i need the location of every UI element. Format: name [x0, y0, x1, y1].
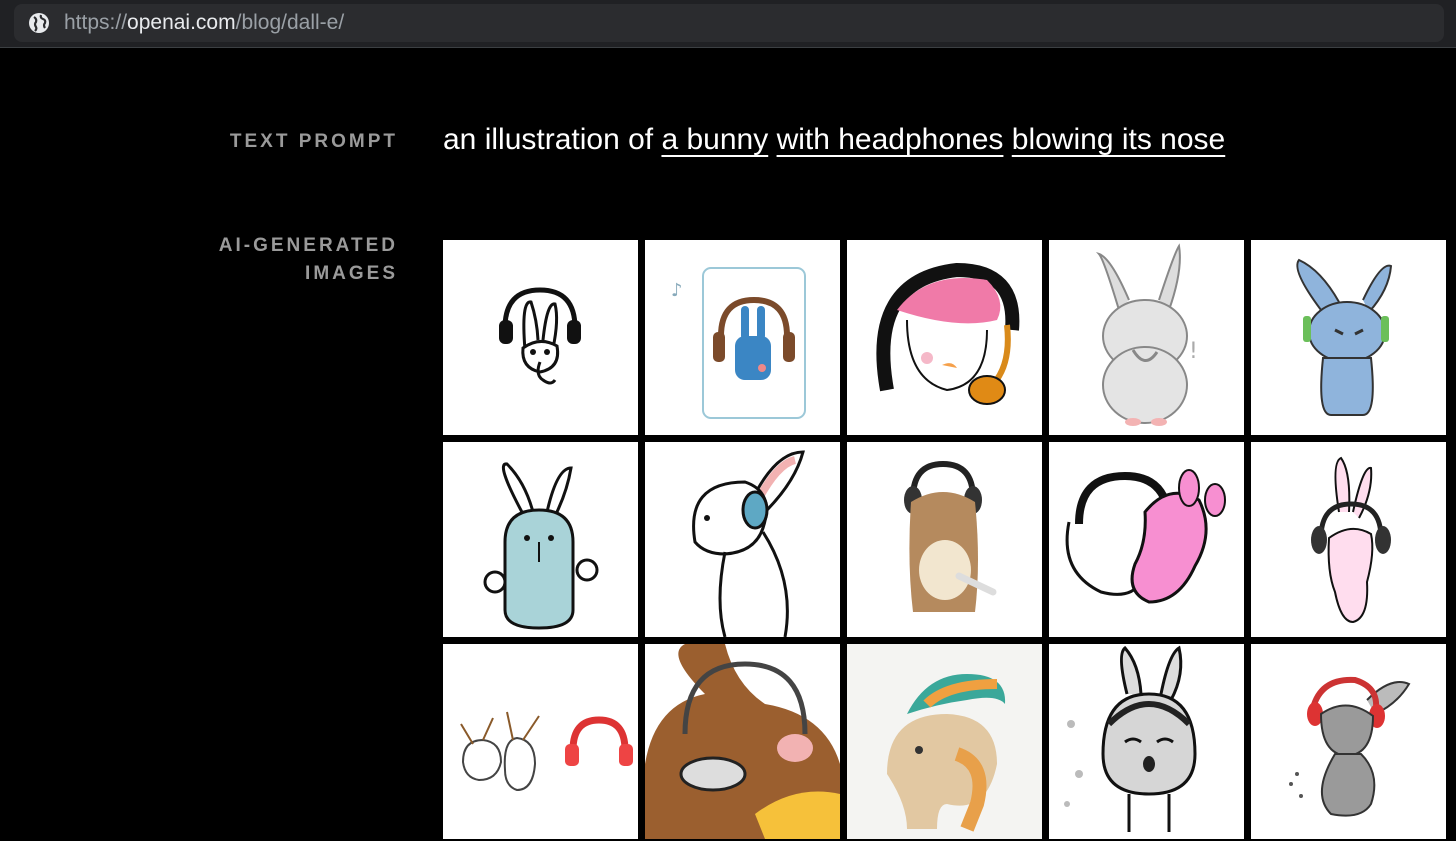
url-scheme: https:// — [64, 11, 128, 34]
prompt-text: an illustration of a bunny with headphon… — [443, 120, 1225, 160]
blue-bunny-sitting-illustration — [1296, 258, 1393, 416]
brown-bunny-headphones-illustration — [904, 460, 997, 612]
generated-image-6[interactable] — [443, 442, 638, 637]
globe-icon — [29, 13, 49, 33]
brown-bunny-closeup-illustration — [645, 644, 840, 839]
generated-image-8[interactable] — [847, 442, 1042, 637]
generated-image-7[interactable] — [645, 442, 840, 637]
url-path: /blog/dall-e/ — [235, 11, 345, 34]
prompt-prefix: an illustration of — [443, 123, 662, 156]
orange-bird-creature-illustration — [847, 644, 1042, 839]
url-text: https://openai.com/blog/dall-e/ — [64, 12, 344, 34]
generated-image-9[interactable] — [1049, 442, 1244, 637]
bunnies-red-headphones-illustration — [460, 711, 633, 792]
bunny-headphones-outline-illustration — [499, 287, 581, 385]
generated-image-1[interactable] — [443, 240, 638, 435]
generated-image-10[interactable] — [1251, 442, 1446, 637]
ai-generated-label-line1: AI-GENERATED — [218, 235, 398, 256]
prompt-segment-subject[interactable]: a bunny — [661, 123, 768, 156]
svg-text:♪: ♪ — [671, 280, 683, 301]
generated-image-13[interactable] — [847, 644, 1042, 839]
url-domain: openai.com — [127, 11, 236, 34]
bunny-profile-headphones-illustration — [692, 450, 805, 637]
svg-text:!: ! — [1189, 339, 1198, 364]
pink-heart-bunny-illustration — [1065, 469, 1226, 604]
generated-image-14[interactable] — [1049, 644, 1244, 839]
generated-image-2[interactable]: ♪ — [645, 240, 840, 435]
prompt-segment-action[interactable]: blowing its nose — [1012, 123, 1225, 156]
browser-address-bar: https://openai.com/blog/dall-e/ — [0, 0, 1456, 48]
pink-headphones-closeup-illustration — [876, 262, 1020, 405]
generated-image-4[interactable]: ! — [1049, 240, 1244, 435]
prompt-segment-accessory[interactable]: with headphones — [777, 123, 1004, 156]
grey-bunny-tissue-illustration: ! — [1095, 243, 1198, 426]
ai-generated-image-grid: ♪ ! — [443, 240, 1446, 839]
grey-bunny-red-headphones-illustration — [1289, 676, 1411, 817]
text-prompt-label: TEXT PROMPT — [229, 131, 398, 152]
pink-bunny-headphones-illustration — [1311, 456, 1391, 624]
generated-image-5[interactable] — [1251, 240, 1446, 435]
generated-image-11[interactable] — [443, 644, 638, 839]
grey-bunny-sneezing-illustration — [1064, 645, 1197, 832]
generated-image-12[interactable] — [645, 644, 840, 839]
generated-image-15[interactable] — [1251, 644, 1446, 839]
ai-generated-images-label: AI-GENERATED IMAGES — [219, 232, 398, 288]
url-field[interactable]: https://openai.com/blog/dall-e/ — [14, 4, 1444, 42]
generated-image-3[interactable] — [847, 240, 1042, 435]
teal-bunny-outline-illustration — [483, 462, 599, 630]
blue-bunny-card-illustration: ♪ — [671, 267, 806, 419]
ai-generated-label-line2: IMAGES — [305, 263, 398, 284]
